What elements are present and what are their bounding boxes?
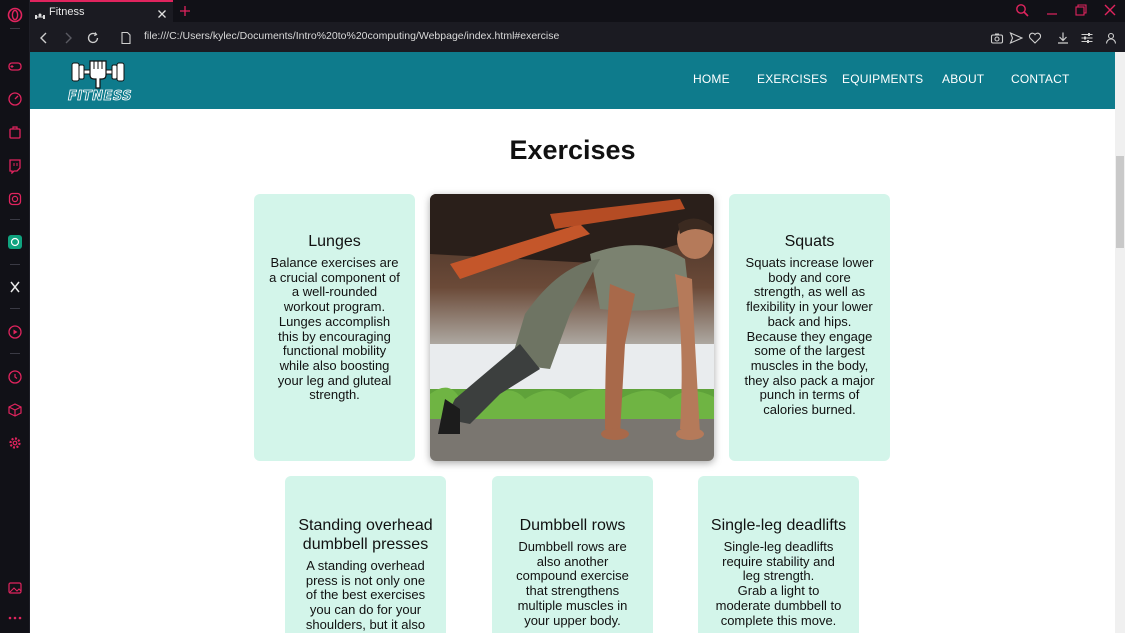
browser-tab[interactable]: Fitness [30,0,173,22]
card-title: Dumbbell rows [519,517,626,534]
gamepad-icon[interactable] [7,58,23,74]
tab-title: Fitness [49,6,85,18]
cube-icon[interactable] [7,402,23,418]
more-options-icon[interactable] [7,610,23,626]
history-icon[interactable] [7,369,23,385]
close-window-icon[interactable] [1102,2,1118,18]
chatgpt-icon[interactable] [7,234,23,250]
card-text: Balance exercises are a crucial componen… [269,255,400,403]
card-title: Single-leg deadlifts [710,517,847,534]
speedometer-icon[interactable] [7,91,23,107]
minimize-icon[interactable] [1044,2,1060,18]
url-field[interactable]: file:///C:/Users/kylec/Documents/Intro%2… [144,30,559,42]
nav-contact[interactable]: CONTACT [1011,72,1070,86]
download-icon[interactable] [1056,30,1070,44]
address-bar: file:///C:/Users/kylec/Documents/Intro%2… [30,22,1125,52]
bag-icon[interactable] [7,124,23,140]
easy-setup-sliders-icon[interactable] [1080,30,1094,44]
search-icon[interactable] [1014,2,1030,18]
instagram-icon[interactable] [7,191,23,207]
restore-window-icon[interactable] [1073,2,1089,18]
reload-icon[interactable] [86,30,100,44]
nav-equipments[interactable]: EQUIPMENTS [842,72,923,86]
forward-arrow-icon[interactable] [61,30,75,44]
tab-bar: Fitness [30,0,1125,22]
card-text: Squats increase lower body and core stre… [744,255,875,418]
back-arrow-icon[interactable] [37,30,51,44]
dumbbell-favicon-icon [35,7,45,19]
nav-exercises[interactable]: EXERCISES [757,72,828,86]
exercise-card-dumbbell-rows: Dumbbell rows Dumbbell rows are also ano… [492,476,653,633]
snapshot-camera-icon[interactable] [990,30,1004,44]
exercise-card-lunges: Lunges Balance exercises are a crucial c… [254,194,415,461]
exercise-card-deadlifts: Single-leg deadlifts Single-leg deadlift… [698,476,859,633]
new-tab-icon[interactable] [179,3,191,17]
close-tab-icon[interactable] [156,5,168,18]
gallery-icon[interactable] [7,580,23,596]
page-viewport: FITNESS HOME EXERCISES EQUIPMENTS ABOUT … [30,52,1115,633]
pushup-photo [430,194,714,461]
card-title: Lunges [308,233,361,250]
player-icon[interactable] [7,324,23,340]
card-title: Squats [784,233,835,250]
profile-icon[interactable] [1104,30,1118,44]
file-page-icon[interactable] [119,30,133,45]
send-icon[interactable] [1009,30,1024,45]
logo-text: FITNESS [68,89,133,105]
settings-gear-icon[interactable] [7,435,23,451]
card-text: Dumbbell rows are also another compound … [516,539,629,628]
section-title: Exercises [509,135,636,165]
card-text: A standing overhead press is not only on… [305,558,426,632]
twitch-icon[interactable] [7,158,23,174]
site-header: FITNESS HOME EXERCISES EQUIPMENTS ABOUT … [30,52,1115,109]
scrollbar-thumb[interactable] [1116,156,1124,248]
exercise-card-overhead-press: Standing overhead dumbbell presses A sta… [285,476,446,633]
nav-home[interactable]: HOME [693,72,730,86]
card-text: Single-leg deadlifts require stability a… [715,539,842,628]
heart-icon[interactable] [1028,30,1042,44]
opera-logo-icon[interactable] [7,7,23,23]
card-title: Standing overhead dumbbell presses [298,517,433,553]
x-twitter-icon[interactable] [7,279,23,295]
exercise-card-squats: Squats Squats increase lower body and co… [729,194,890,461]
page-scrollbar[interactable] [1115,52,1125,633]
browser-sidebar [0,0,30,633]
nav-about[interactable]: ABOUT [942,72,984,86]
